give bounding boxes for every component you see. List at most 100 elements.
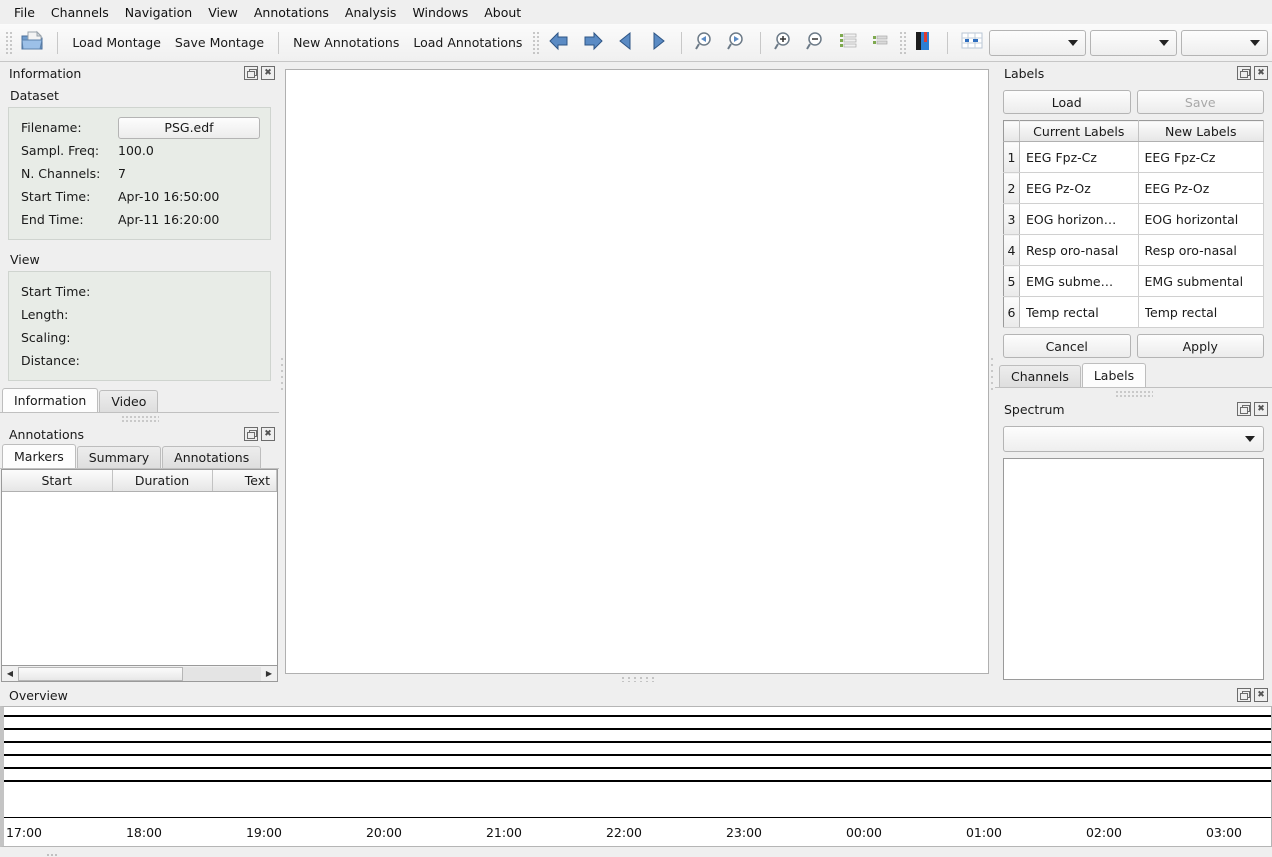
zoom-out-time-icon[interactable] xyxy=(689,30,721,55)
zoom-in-time-icon[interactable] xyxy=(721,30,753,55)
toolbar-grip[interactable] xyxy=(4,29,13,56)
center-splitter[interactable] xyxy=(285,674,989,684)
close-icon[interactable]: ✖ xyxy=(261,427,275,441)
menu-item-analysis[interactable]: Analysis xyxy=(337,2,405,23)
tab-channels[interactable]: Channels xyxy=(999,365,1081,387)
close-icon[interactable]: ✖ xyxy=(1254,688,1268,702)
table-row[interactable]: 5 EMG subme… EMG submental xyxy=(1003,265,1265,297)
float-icon[interactable] xyxy=(244,427,258,441)
labels-table[interactable]: Current Labels New Labels 1 EEG Fpz-Cz E… xyxy=(1003,120,1265,328)
row-number: 2 xyxy=(1003,172,1020,204)
new-label-cell[interactable]: EOG horizontal xyxy=(1138,203,1265,235)
menu-item-about[interactable]: About xyxy=(476,2,529,23)
column-new-labels[interactable]: New Labels xyxy=(1138,120,1265,142)
overview-timeline[interactable]: 17:00 18:00 19:00 20:00 21:00 22:00 23:0… xyxy=(0,706,1272,847)
load-annotations-button[interactable]: Load Annotations xyxy=(406,28,529,58)
scroll-right-icon[interactable]: ▶ xyxy=(261,667,277,681)
scroll-left-icon[interactable]: ◀ xyxy=(2,667,18,681)
current-label-cell[interactable]: Temp rectal xyxy=(1019,296,1139,328)
page-back-icon[interactable] xyxy=(610,30,642,55)
annotations-hscrollbar[interactable]: ◀ ▶ xyxy=(1,666,278,682)
tab-video[interactable]: Video xyxy=(99,390,159,412)
close-icon[interactable]: ✖ xyxy=(261,66,275,80)
traces-canvas[interactable] xyxy=(285,69,989,674)
new-label-cell[interactable]: EEG Pz-Oz xyxy=(1138,172,1265,204)
tab-annotations[interactable]: Annotations xyxy=(162,446,262,468)
overview-channel-track xyxy=(4,754,1271,756)
start-time-value: Apr-10 16:50:00 xyxy=(118,189,220,204)
table-row[interactable]: 6 Temp rectal Temp rectal xyxy=(1003,296,1265,328)
spectrum-channel-select[interactable] xyxy=(1003,426,1264,452)
current-label-cell[interactable]: Resp oro-nasal xyxy=(1019,234,1139,266)
toolbar-grip-2[interactable] xyxy=(531,29,540,56)
toolbar-combo-2[interactable] xyxy=(1089,29,1177,56)
close-icon[interactable]: ✖ xyxy=(1254,402,1268,416)
load-montage-button[interactable]: Load Montage xyxy=(65,28,168,58)
close-icon[interactable]: ✖ xyxy=(1254,66,1268,80)
view-distance-row: Distance: xyxy=(19,349,260,372)
filename-button[interactable]: PSG.edf xyxy=(118,116,260,139)
status-grip[interactable] xyxy=(46,853,58,857)
page-forward-icon[interactable] xyxy=(642,30,674,55)
tab-markers[interactable]: Markers xyxy=(2,444,76,468)
spectrogram-grid-icon[interactable] xyxy=(955,31,989,54)
table-row[interactable]: 2 EEG Pz-Oz EEG Pz-Oz xyxy=(1003,172,1265,204)
tab-summary[interactable]: Summary xyxy=(76,446,162,468)
column-text[interactable]: Text xyxy=(212,470,277,492)
float-icon[interactable] xyxy=(1237,402,1251,416)
menu-item-windows[interactable]: Windows xyxy=(404,2,476,23)
new-label-cell[interactable]: Resp oro-nasal xyxy=(1138,234,1265,266)
more-channels-icon[interactable] xyxy=(832,30,864,55)
toolbar-combo-1[interactable] xyxy=(989,29,1086,56)
tab-labels[interactable]: Labels xyxy=(1081,363,1147,387)
save-montage-button[interactable]: Save Montage xyxy=(168,28,271,58)
menu-item-annotations[interactable]: Annotations xyxy=(246,2,337,23)
zoom-out-icon[interactable] xyxy=(800,30,832,55)
spectrum-plot[interactable] xyxy=(1003,458,1264,680)
overview-panel: Overview ✖ 17:00 18:00 19:00 20:00 21:00… xyxy=(0,684,1272,847)
new-annotations-button[interactable]: New Annotations xyxy=(286,28,406,58)
table-row[interactable]: 3 EOG horizon… EOG horizontal xyxy=(1003,203,1265,235)
dataset-groupbox: Filename: PSG.edf Sampl. Freq: 100.0 N. … xyxy=(8,107,271,240)
menu-item-view[interactable]: View xyxy=(200,2,246,23)
new-label-cell[interactable]: EMG submental xyxy=(1138,265,1265,297)
cancel-button[interactable]: Cancel xyxy=(1003,334,1131,358)
current-label-cell[interactable]: EMG subme… xyxy=(1019,265,1139,297)
menu-item-channels[interactable]: Channels xyxy=(43,2,117,23)
apply-button[interactable]: Apply xyxy=(1136,334,1264,358)
open-file-icon[interactable] xyxy=(14,29,50,56)
toolbar-grip-3[interactable] xyxy=(897,29,907,56)
load-labels-button[interactable]: Load xyxy=(1003,90,1131,114)
center-dock xyxy=(285,62,989,684)
zoom-in-icon[interactable] xyxy=(768,30,800,55)
menu-item-file[interactable]: File xyxy=(6,2,43,23)
splitter-grip xyxy=(990,356,994,390)
step-back-icon[interactable] xyxy=(542,30,576,55)
menu-item-navigation[interactable]: Navigation xyxy=(117,2,200,23)
panel-splitter-grip[interactable] xyxy=(120,415,159,423)
table-row[interactable]: 4 Resp oro-nasal Resp oro-nasal xyxy=(1003,234,1265,266)
toolbar-separator-4 xyxy=(759,31,761,54)
right-panel-splitter-grip[interactable] xyxy=(1114,390,1153,398)
new-label-cell[interactable]: Temp rectal xyxy=(1138,296,1265,328)
new-label-cell[interactable]: EEG Fpz-Cz xyxy=(1138,141,1265,173)
tab-information[interactable]: Information xyxy=(2,388,99,412)
scroll-thumb[interactable] xyxy=(18,666,184,681)
current-label-cell[interactable]: EEG Pz-Oz xyxy=(1019,172,1139,204)
column-duration[interactable]: Duration xyxy=(112,470,213,492)
float-icon[interactable] xyxy=(1237,688,1251,702)
menu-bar: File Channels Navigation View Annotation… xyxy=(0,0,1272,24)
float-icon[interactable] xyxy=(244,66,258,80)
float-icon[interactable] xyxy=(1237,66,1251,80)
current-label-cell[interactable]: EEG Fpz-Cz xyxy=(1019,141,1139,173)
toolbar-combo-3[interactable] xyxy=(1180,29,1268,56)
fewer-channels-icon[interactable] xyxy=(864,30,896,55)
step-forward-icon[interactable] xyxy=(576,30,610,55)
column-start[interactable]: Start xyxy=(2,470,113,492)
annotations-table[interactable]: Start Duration Text xyxy=(1,469,278,666)
table-row[interactable]: 1 EEG Fpz-Cz EEG Fpz-Cz xyxy=(1003,141,1265,173)
scroll-track[interactable] xyxy=(18,666,261,681)
current-label-cell[interactable]: EOG horizon… xyxy=(1019,203,1139,235)
column-current-labels[interactable]: Current Labels xyxy=(1019,120,1139,142)
notes-book-icon[interactable] xyxy=(908,29,940,56)
